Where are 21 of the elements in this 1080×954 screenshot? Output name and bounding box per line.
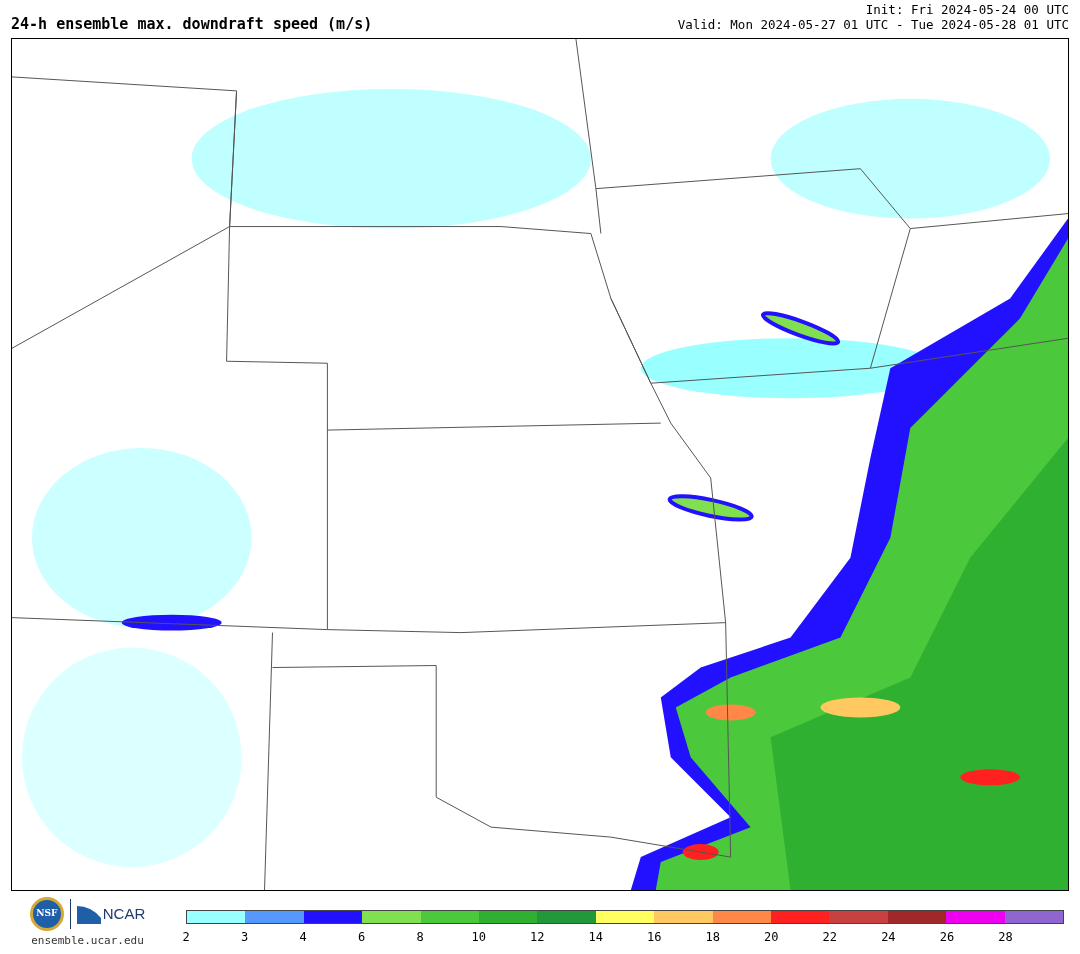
scale-label: 2	[182, 929, 190, 946]
scale-label: 26	[939, 929, 955, 946]
nsf-logo: NSF	[29, 897, 64, 931]
chart-title: 24-h ensemble max. downdraft speed (m/s)	[11, 17, 373, 32]
scale-label: 3	[240, 929, 249, 946]
scale-label: 24	[881, 929, 896, 946]
scale-label: 20	[764, 929, 779, 946]
scale-label: 22	[822, 929, 838, 946]
scale-label: 4	[299, 929, 307, 946]
scale-label: 28	[998, 929, 1013, 946]
init-time: Init: Fri 2024-05-24 00 UTC	[865, 2, 1069, 17]
scale-label: 8	[416, 929, 424, 946]
ncar-logo: NCAR	[76, 902, 146, 926]
valid-time: Valid: Mon 2024-05-27 01 UTC - Tue 2024-05-28 01 UTC	[677, 17, 1069, 32]
scale-label: 14	[588, 929, 603, 946]
scale-label: 6	[358, 929, 366, 946]
scale-label: 12	[529, 929, 545, 946]
scale-label: 16	[647, 929, 662, 946]
scale-label: 10	[471, 929, 486, 946]
scale-label: 18	[705, 929, 720, 946]
website-url: ensemble.ucar.edu	[31, 933, 144, 949]
